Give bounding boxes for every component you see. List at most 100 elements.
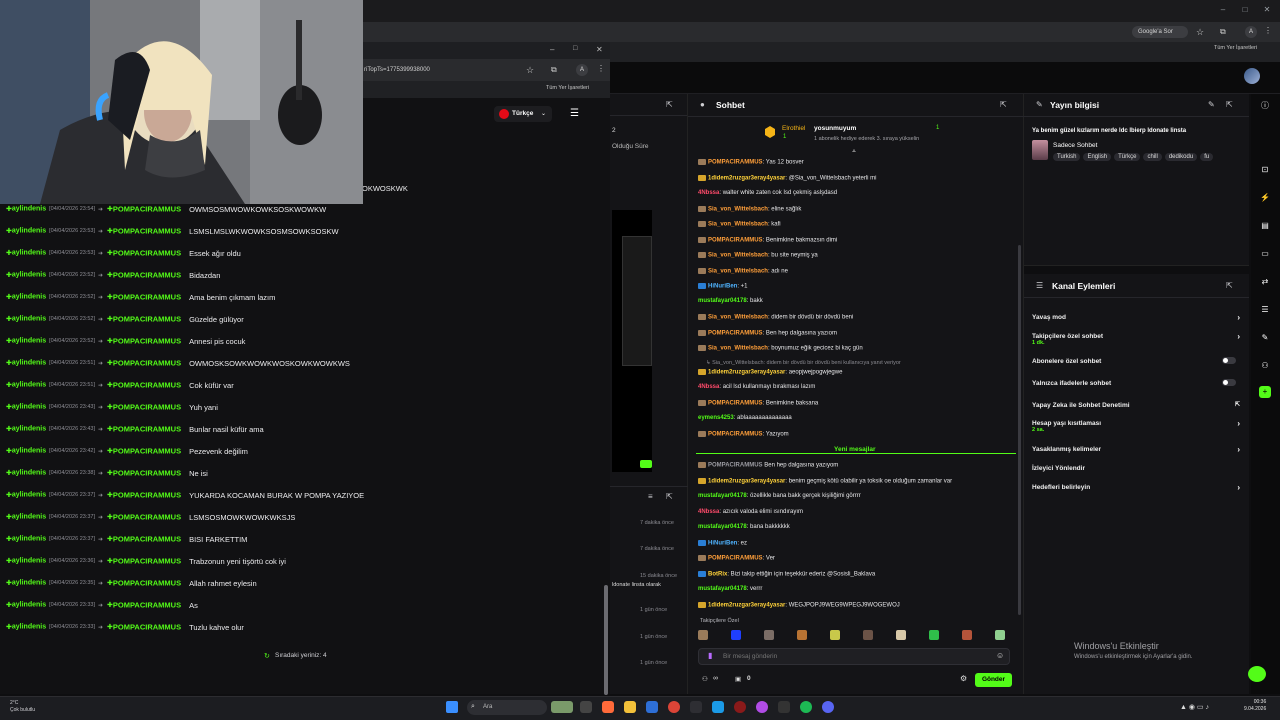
edit-icon[interactable]: ✎ xyxy=(1208,100,1215,109)
emote-icon[interactable] xyxy=(764,630,774,640)
chat-log-scrollbar[interactable] xyxy=(604,585,608,695)
emote-icon[interactable] xyxy=(929,630,939,640)
close-icon[interactable]: ✕ xyxy=(596,45,603,54)
chat-username[interactable]: Sia_von_Wittelsbach xyxy=(708,346,768,352)
channel-action-item[interactable]: İzleyici Yönlendir xyxy=(1032,465,1240,472)
emoji-icon[interactable]: ☺ xyxy=(996,651,1004,660)
chat-username[interactable]: POMPACIRAMMUS xyxy=(708,238,763,244)
emote-icon[interactable] xyxy=(731,630,741,640)
chat-username[interactable]: POMPACIRAMMUS xyxy=(708,160,763,166)
channel-action-item[interactable]: Hesap yaşı kısıtlaması 2 sa. › xyxy=(1032,419,1240,433)
tray-icons[interactable]: ▲ ◉ ▭ ♪ xyxy=(1180,703,1209,711)
google-sor-button[interactable]: Google'a Sor xyxy=(1132,26,1188,38)
chat-username[interactable]: 1didem2ruzgar3eray4yasar xyxy=(708,176,785,182)
emote-icon[interactable] xyxy=(896,630,906,640)
chat-username[interactable]: POMPACIRAMMUS xyxy=(708,463,763,469)
emote-icon[interactable] xyxy=(995,630,1005,640)
chat-username[interactable]: POMPACIRAMMUS xyxy=(708,556,763,562)
address-bar[interactable]: riTopTs=1775399938000 xyxy=(364,64,544,77)
channel-action-item[interactable]: Abonelere özel sohbet xyxy=(1032,357,1240,365)
extensions-icon[interactable]: ⧉ xyxy=(551,65,557,75)
emote-icon[interactable] xyxy=(962,630,972,640)
chat-username[interactable]: mustafayar04178 xyxy=(698,493,747,499)
maximize-icon[interactable]: □ xyxy=(573,45,577,52)
toggle-switch[interactable] xyxy=(1222,379,1236,386)
minimize-icon[interactable]: – xyxy=(550,45,554,54)
tag[interactable]: fu xyxy=(1200,153,1214,161)
emote-icon[interactable] xyxy=(830,630,840,640)
channel-action-item[interactable]: Yapay Zeka ile Sohbet Denetimi ⇱ xyxy=(1032,402,1240,409)
chat-username[interactable]: HiNuriBen xyxy=(708,541,737,547)
bolt-icon[interactable]: ⚡ xyxy=(1259,192,1271,204)
tag[interactable]: dedikodu xyxy=(1164,153,1198,161)
windows-start-icon[interactable] xyxy=(446,701,458,713)
chat-username[interactable]: Sia_von_Wittelsbach xyxy=(708,315,768,321)
popout-icon[interactable]: ⇱ xyxy=(666,100,673,109)
discord-icon[interactable] xyxy=(822,701,834,713)
document-icon[interactable]: ▤ xyxy=(1259,220,1271,232)
close-icon[interactable]: ✕ xyxy=(1262,5,1272,15)
add-widget-icon[interactable]: + xyxy=(1259,386,1271,398)
steam-icon[interactable] xyxy=(712,701,724,713)
profile-avatar[interactable]: A xyxy=(1245,26,1257,38)
send-button[interactable]: Gönder xyxy=(975,673,1012,687)
task-view-icon[interactable] xyxy=(580,701,592,713)
tag[interactable]: Turkish xyxy=(1053,153,1081,161)
chat-username[interactable]: Sia_von_Wittelsbach xyxy=(708,207,768,213)
filter-icon[interactable]: ≡ xyxy=(648,492,653,501)
emote-icon[interactable] xyxy=(698,630,708,640)
people-icon[interactable]: ⚇ xyxy=(1259,360,1271,372)
channel-action-item[interactable]: Yavaş mod › xyxy=(1032,313,1240,322)
chat-scrollbar[interactable] xyxy=(1018,245,1021,615)
maximize-icon[interactable]: □ xyxy=(1240,5,1250,15)
link-icon[interactable]: ⇄ xyxy=(1259,276,1271,288)
popout-icon[interactable]: ⇱ xyxy=(1226,281,1233,290)
channel-action-item[interactable]: Yasaklanmış kelimeler › xyxy=(1032,445,1240,454)
chat-username[interactable]: POMPACIRAMMUS xyxy=(708,331,763,337)
all-bookmarks-link[interactable]: Tüm Yer İşaretleri xyxy=(546,85,589,91)
avatar[interactable] xyxy=(1244,68,1260,84)
chat-username[interactable]: mustafayar04178 xyxy=(698,586,747,592)
chat-username[interactable]: 4Nbssa xyxy=(698,384,719,390)
chat-username[interactable]: Sia_von_Wittelsbach xyxy=(708,222,768,228)
chat-username[interactable]: POMPACIRAMMUS xyxy=(708,401,763,407)
info-icon[interactable]: ⓘ xyxy=(1259,100,1271,112)
spotify-icon[interactable] xyxy=(800,701,812,713)
profile-avatar[interactable]: A xyxy=(576,64,588,76)
chat-username[interactable]: 1didem2ruzgar3eray4yasar xyxy=(708,479,785,485)
channel-action-item[interactable]: Yalnızca ifadelerle sohbet xyxy=(1032,379,1240,387)
chat-message-input[interactable] xyxy=(699,649,959,664)
obs-icon[interactable] xyxy=(734,701,746,713)
chat-input-box[interactable] xyxy=(698,648,1010,665)
app-icon[interactable] xyxy=(602,701,614,713)
chat-username[interactable]: 1didem2ruzgar3eray4yasar xyxy=(708,603,785,609)
minimize-icon[interactable]: – xyxy=(1218,5,1228,15)
star-icon[interactable]: ☆ xyxy=(526,65,534,76)
extensions-icon[interactable]: ⧉ xyxy=(1220,27,1226,37)
chat-username[interactable]: POMPACIRAMMUS xyxy=(708,432,763,438)
popout-icon[interactable]: ⇱ xyxy=(666,492,673,501)
file-explorer-icon[interactable] xyxy=(624,701,636,713)
widgets-icon[interactable] xyxy=(551,701,573,713)
wrench-icon[interactable]: ✎ xyxy=(1259,332,1271,344)
chat-username[interactable]: HiNuriBen xyxy=(708,284,737,290)
chat-username[interactable]: 4Nbssa xyxy=(698,509,719,515)
list-icon[interactable]: ☰ xyxy=(1259,304,1271,316)
taskbar-search[interactable]: Ara xyxy=(467,700,547,715)
chat-username[interactable]: BotRix xyxy=(708,572,727,578)
tag[interactable]: English xyxy=(1083,153,1112,161)
menu-kebab-icon[interactable]: ⋮ xyxy=(597,64,605,73)
chevron-down-icon[interactable]: ⩡ xyxy=(852,148,856,156)
gear-icon[interactable]: ⚙ xyxy=(960,674,967,683)
popout-icon[interactable]: ⇱ xyxy=(1000,100,1007,109)
tag[interactable]: chill xyxy=(1143,153,1162,161)
chat-username[interactable]: Sia_von_Wittelsbach xyxy=(708,253,768,259)
tag[interactable]: Türkçe xyxy=(1114,153,1141,161)
chat-username[interactable]: mustafayar04178 xyxy=(698,298,747,304)
menu-kebab-icon[interactable]: ⋮ xyxy=(1264,26,1272,35)
emote-icon[interactable] xyxy=(863,630,873,640)
calculator-icon[interactable] xyxy=(690,701,702,713)
channel-action-item[interactable]: Takipçilere özel sohbet 1 dk. › xyxy=(1032,332,1240,346)
chat-username[interactable]: mustafayar04178 xyxy=(698,524,747,530)
chat-icon[interactable]: ▭ xyxy=(1259,248,1271,260)
